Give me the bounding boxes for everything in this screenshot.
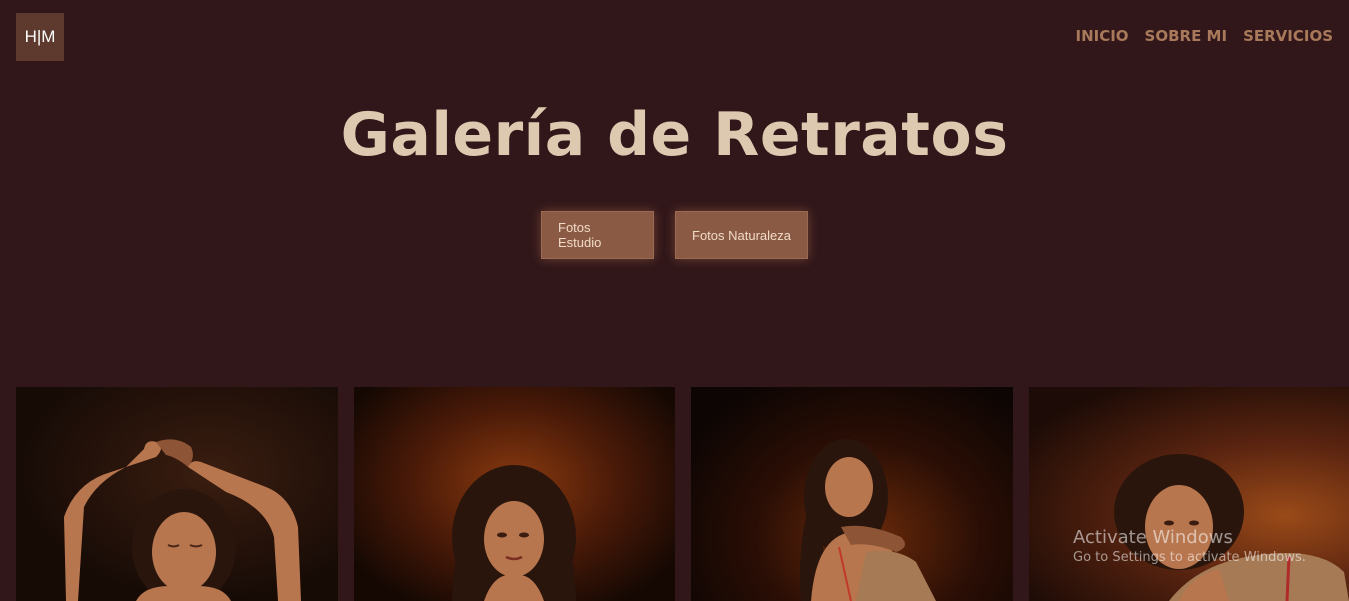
studio-photos-button[interactable]: Fotos Estudio: [541, 211, 654, 259]
nav-link-sobre-mi[interactable]: SOBRE MI: [1145, 27, 1228, 45]
nav-link-inicio[interactable]: INICIO: [1075, 27, 1128, 45]
filter-buttons: Fotos Estudio Fotos Naturaleza: [0, 211, 1349, 259]
gallery-photo-1[interactable]: [16, 387, 338, 601]
gallery-photo-3[interactable]: [691, 387, 1013, 601]
portrait-image: [800, 439, 936, 601]
main-nav: INICIO SOBRE MI SERVICIOS: [1075, 27, 1333, 45]
portrait-image: [64, 439, 301, 601]
watermark-title: Activate Windows: [1073, 527, 1233, 548]
nav-link-servicios[interactable]: SERVICIOS: [1243, 27, 1333, 45]
portrait-image: [452, 465, 576, 601]
page: H|M INICIO SOBRE MI SERVICIOS Galería de…: [0, 0, 1349, 601]
os-activation-watermark: Activate Windows Go to Settings to activ…: [1073, 527, 1306, 565]
site-logo[interactable]: H|M: [16, 13, 64, 61]
page-title: Galería de Retratos: [340, 100, 1009, 170]
nature-photos-button[interactable]: Fotos Naturaleza: [675, 211, 808, 259]
gallery-photo-2[interactable]: [354, 387, 675, 601]
watermark-subtitle: Go to Settings to activate Windows.: [1073, 550, 1306, 565]
portrait-image: [1114, 454, 1349, 601]
gallery-photo-4[interactable]: [1029, 387, 1349, 601]
logo-text: H|M: [24, 27, 56, 46]
